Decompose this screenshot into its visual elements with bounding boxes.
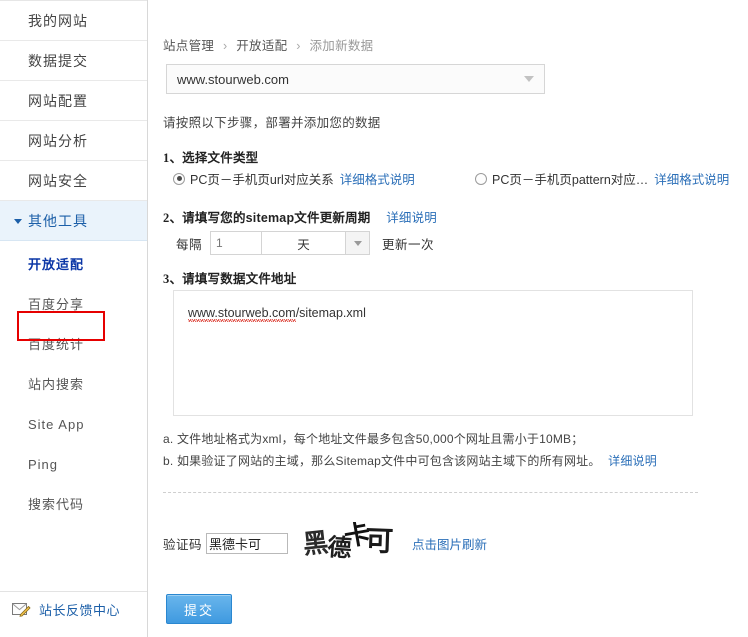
step1-label: 选择文件类型 bbox=[182, 151, 259, 165]
notes-block: a. 文件地址格式为xml，每个地址文件最多包含50,000个网址且需小于10M… bbox=[163, 428, 657, 472]
note-b-detail-link[interactable]: 详细说明 bbox=[608, 454, 657, 468]
sidebar-item-label: 网站分析 bbox=[28, 133, 88, 149]
step1-number: 1、 bbox=[163, 151, 183, 165]
sidebar-subitem-label: 百度统计 bbox=[28, 337, 85, 352]
chevron-down-icon bbox=[353, 240, 362, 246]
mail-pencil-icon bbox=[12, 603, 31, 617]
breadcrumb-item-site-management[interactable]: 站点管理 bbox=[163, 39, 214, 53]
chevron-down-icon bbox=[524, 76, 534, 82]
breadcrumb-separator-icon: › bbox=[222, 39, 228, 53]
captcha-char-1: 黑 bbox=[302, 527, 330, 560]
period-suffix-label: 更新一次 bbox=[382, 237, 435, 252]
sidebar-item-label: 其他工具 bbox=[28, 213, 88, 229]
sidebar-subitem-label: 百度分享 bbox=[28, 297, 85, 312]
period-unit-dropdown-button[interactable] bbox=[346, 231, 371, 255]
sidebar-subitem-label: Site App bbox=[28, 417, 85, 432]
sidebar-subitem-baidu-tongji[interactable]: 百度统计 bbox=[0, 325, 147, 365]
note-b-row: b. 如果验证了网站的主域，那么Sitemap文件中可包含该网站主域下的所有网址… bbox=[163, 450, 657, 472]
format-detail-link-1[interactable]: 详细格式说明 bbox=[340, 169, 415, 188]
sidebar-item-site-config[interactable]: 网站配置 bbox=[0, 81, 147, 121]
sidebar-item-data-submit[interactable]: 数据提交 bbox=[0, 41, 147, 81]
webmaster-feedback-link[interactable]: 站长反馈中心 bbox=[0, 591, 147, 627]
radio-option-label: PC页－手机页pattern对应… bbox=[492, 173, 649, 187]
captcha-refresh-link[interactable]: 点击图片刷新 bbox=[412, 534, 487, 553]
radio-icon-checked[interactable] bbox=[173, 172, 185, 185]
sidebar-subitem-baidu-share[interactable]: 百度分享 bbox=[0, 285, 147, 325]
section-divider bbox=[163, 492, 698, 493]
period-unit-select[interactable]: 天 bbox=[262, 231, 347, 255]
sidebar-subitem-label: 开放适配 bbox=[28, 257, 85, 272]
step2-detail-link[interactable]: 详细说明 bbox=[386, 211, 437, 225]
radio-option-url-mapping[interactable]: PC页－手机页url对应关系 详细格式说明 bbox=[173, 169, 415, 188]
sidebar-item-label: 网站配置 bbox=[28, 93, 88, 109]
page-root: 我的网站 数据提交 网站配置 网站分析 网站安全 其他工具 开放适配 百度分享 … bbox=[0, 0, 748, 637]
sidebar-nav: 我的网站 数据提交 网站配置 网站分析 网站安全 其他工具 bbox=[0, 0, 147, 241]
url-path-text: /sitemap.xml bbox=[295, 306, 366, 320]
sidebar-sub-list: 开放适配 百度分享 百度统计 站内搜索 Site App Ping 搜索代码 bbox=[0, 241, 147, 525]
site-selector-value: www.stourweb.com bbox=[177, 71, 289, 87]
captcha-image[interactable]: 黑 德 卡 可 bbox=[300, 522, 397, 564]
caret-down-icon bbox=[14, 219, 22, 224]
sidebar-subitem-ping[interactable]: Ping bbox=[0, 445, 147, 485]
breadcrumb-separator-icon: › bbox=[296, 39, 301, 53]
sidebar-subitem-label: 站内搜索 bbox=[28, 377, 85, 392]
radio-option-label: PC页－手机页url对应关系 bbox=[190, 173, 334, 187]
sidebar-subitem-search-code[interactable]: 搜索代码 bbox=[0, 485, 147, 525]
step2-number: 2、 bbox=[163, 211, 183, 225]
sidebar: 我的网站 数据提交 网站配置 网站分析 网站安全 其他工具 开放适配 百度分享 … bbox=[0, 0, 148, 637]
captcha-row: 验证码 黑 德 卡 可 点击图片刷新 bbox=[163, 522, 487, 564]
note-a: a. 文件地址格式为xml，每个地址文件最多包含50,000个网址且需小于10M… bbox=[163, 432, 584, 446]
period-unit-value: 天 bbox=[297, 237, 310, 252]
url-host-text: www.stourweb.com bbox=[188, 306, 296, 322]
step2-label: 请填写您的sitemap文件更新周期 bbox=[182, 211, 371, 225]
data-file-url-textarea[interactable]: www.stourweb.com/sitemap.xml bbox=[173, 290, 693, 416]
feedback-label: 站长反馈中心 bbox=[39, 603, 121, 618]
sidebar-subitem-label: Ping bbox=[28, 457, 59, 472]
submit-button[interactable]: 提交 bbox=[166, 594, 232, 624]
sidebar-subitem-site-search[interactable]: 站内搜索 bbox=[0, 365, 147, 405]
main-content: 站点管理 › 开放适配 › 添加新数据 www.stourweb.com 请按照… bbox=[148, 0, 748, 637]
breadcrumb: 站点管理 › 开放适配 › 添加新数据 bbox=[163, 35, 373, 54]
sidebar-item-label: 网站安全 bbox=[28, 173, 88, 189]
sidebar-item-label: 我的网站 bbox=[28, 13, 88, 29]
sidebar-subitem-label: 搜索代码 bbox=[28, 497, 85, 512]
radio-icon-unchecked[interactable] bbox=[475, 172, 487, 185]
note-b: b. 如果验证了网站的主域，那么Sitemap文件中可包含该网站主域下的所有网址… bbox=[163, 454, 601, 468]
period-prefix-label: 每隔 bbox=[176, 237, 203, 252]
sidebar-item-other-tools[interactable]: 其他工具 bbox=[0, 201, 147, 241]
sidebar-item-site-security[interactable]: 网站安全 bbox=[0, 161, 147, 201]
breadcrumb-item-open-adaptation[interactable]: 开放适配 bbox=[236, 39, 287, 53]
captcha-image-svg: 黑 德 卡 可 bbox=[300, 522, 397, 564]
step3-title: 3、请填写数据文件地址 bbox=[163, 268, 296, 287]
captcha-label: 验证码 bbox=[163, 537, 203, 552]
radio-option-pattern-mapping[interactable]: PC页－手机页pattern对应… 详细格式说明 bbox=[475, 169, 729, 188]
sidebar-subitem-open-adaptation[interactable]: 开放适配 bbox=[0, 245, 147, 285]
step2-title: 2、请填写您的sitemap文件更新周期 详细说明 bbox=[163, 207, 437, 226]
sidebar-item-my-sites[interactable]: 我的网站 bbox=[0, 1, 147, 41]
sidebar-subitem-site-app[interactable]: Site App bbox=[0, 405, 147, 445]
intro-text: 请按照以下步骤，部署并添加您的数据 bbox=[163, 116, 381, 130]
step1-title: 1、选择文件类型 bbox=[163, 147, 258, 166]
sidebar-item-site-analysis[interactable]: 网站分析 bbox=[0, 121, 147, 161]
captcha-char-4: 可 bbox=[365, 524, 394, 558]
captcha-input[interactable] bbox=[206, 532, 289, 554]
period-interval-input[interactable] bbox=[210, 231, 263, 255]
site-selector-dropdown[interactable]: www.stourweb.com bbox=[166, 64, 545, 94]
breadcrumb-item-add-new-data: 添加新数据 bbox=[309, 39, 374, 53]
step3-label: 请填写数据文件地址 bbox=[182, 272, 297, 286]
step3-number: 3、 bbox=[163, 272, 183, 286]
sidebar-item-label: 数据提交 bbox=[28, 53, 88, 69]
format-detail-link-2[interactable]: 详细格式说明 bbox=[654, 169, 729, 188]
update-period-row: 每隔 天 更新一次 bbox=[176, 231, 434, 255]
